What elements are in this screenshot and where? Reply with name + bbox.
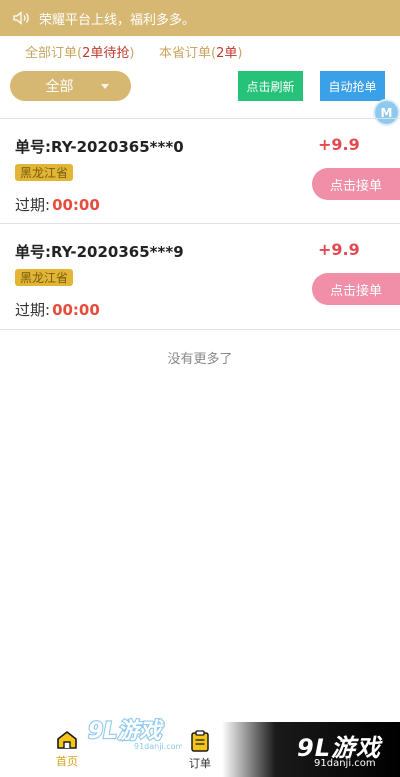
order-number: 单号:RY-2020365***0 xyxy=(15,138,184,156)
refresh-button[interactable]: 点击刷新 xyxy=(238,71,303,101)
tab-home-label: 首页 xyxy=(56,755,78,768)
expire-row: 过期: 00:00 xyxy=(15,299,100,320)
divider xyxy=(0,329,400,330)
order-card: 单号:RY-2020365***9 黑龙江省 过期: 00:00 +9.9 点击接… xyxy=(0,223,400,328)
notice-bar: 荣耀平台上线，福利多多。 xyxy=(0,0,400,36)
order-amount: +9.9 xyxy=(318,240,360,259)
accept-order-button[interactable]: 点击接单 xyxy=(312,273,400,305)
tab-province-orders[interactable]: 本省订单(2单) xyxy=(159,42,242,61)
expire-row: 过期: 00:00 xyxy=(15,194,100,215)
order-number: 单号:RY-2020365***9 xyxy=(15,243,184,261)
tab-all-label: 全部订单( xyxy=(25,46,83,61)
watermark-left-site: 91danji.com xyxy=(134,742,182,751)
clipboard-icon xyxy=(191,730,209,752)
accept-order-button[interactable]: 点击接单 xyxy=(312,168,400,200)
watermark-right-site: 91danji.com xyxy=(314,758,376,769)
home-icon xyxy=(57,731,77,749)
tab-all-orders[interactable]: 全部订单(2单待抢) xyxy=(25,42,134,61)
expire-label: 过期: xyxy=(15,196,51,214)
filter-dropdown[interactable]: 全部 xyxy=(10,71,131,101)
notice-text: 荣耀平台上线，福利多多。 xyxy=(39,12,196,28)
speaker-icon xyxy=(13,11,29,25)
tab-province-count: 2单 xyxy=(216,46,238,61)
filter-selected: 全部 xyxy=(45,79,74,95)
tab-orders-label: 订单 xyxy=(189,757,211,770)
tab-home[interactable]: 首页 xyxy=(47,730,87,769)
chevron-down-icon xyxy=(101,84,109,89)
province-tag: 黑龙江省 xyxy=(15,269,74,286)
auto-grab-button[interactable]: 自动抢单 xyxy=(320,71,385,101)
expire-time: 00:00 xyxy=(52,196,100,214)
tab-province-suffix: ) xyxy=(237,46,243,61)
province-tag: 黑龙江省 xyxy=(15,164,74,181)
tab-orders[interactable]: 订单 xyxy=(180,730,220,771)
watermark-logo-left: 9L游戏 91danji.com xyxy=(86,716,184,752)
watermark-logo-graphic: 9L游戏 91danji.com xyxy=(87,718,184,751)
tab-all-suffix: ) xyxy=(129,46,135,61)
expire-time: 00:00 xyxy=(52,301,100,319)
watermark-left-text: 9L游戏 xyxy=(88,719,164,744)
expire-label: 过期: xyxy=(15,301,51,319)
order-card: 单号:RY-2020365***0 黑龙江省 过期: 00:00 +9.9 点击接… xyxy=(0,118,400,223)
tab-all-count: 2单待抢 xyxy=(82,46,130,61)
order-amount: +9.9 xyxy=(318,135,360,154)
watermark-logo-right: 9L游戏 91danji.com xyxy=(222,722,400,777)
order-tabs: 全部订单(2单待抢) 本省订单(2单) xyxy=(0,36,400,64)
tab-province-label: 本省订单( xyxy=(159,46,217,61)
list-end-text: 没有更多了 xyxy=(167,352,233,367)
